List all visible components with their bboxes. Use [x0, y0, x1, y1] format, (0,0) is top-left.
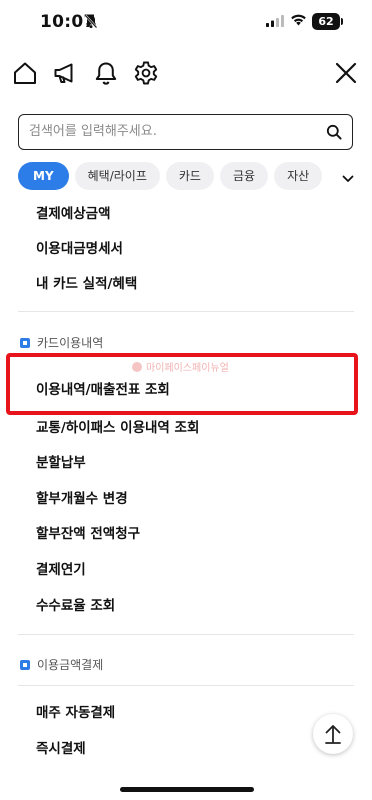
section-title: 이용금액결제	[37, 658, 104, 672]
tab-benefit-life[interactable]: 혜택/라이프	[74, 162, 160, 190]
menu-item-expected-payment[interactable]: 결제예상금액	[36, 202, 111, 222]
gear-icon[interactable]	[133, 60, 159, 86]
megaphone-icon[interactable]	[52, 60, 78, 86]
section-header-payment: 이용금액결제	[20, 656, 103, 673]
menu-item-transit-hipass[interactable]: 교통/하이패스 이용내역 조회	[36, 416, 199, 436]
search-input[interactable]	[29, 115, 309, 148]
menu-item-instant-payment[interactable]: 즉시결제	[36, 737, 86, 757]
menu-item-usage-history[interactable]: 이용내역/매출전표 조회	[36, 378, 170, 398]
menu-item-weekly-autopay[interactable]: 매주 자동결제	[36, 701, 115, 721]
arrow-up-icon	[325, 725, 341, 744]
menu-item-fee-rate[interactable]: 수수료율 조회	[36, 594, 115, 614]
section-square-icon	[20, 659, 30, 670]
search-box[interactable]	[18, 114, 353, 150]
watermark-logo	[132, 361, 142, 372]
divider	[18, 634, 354, 635]
home-indicator	[120, 787, 254, 792]
menu-item-installment-full-charge[interactable]: 할부잔액 전액청구	[36, 522, 140, 542]
wifi-icon	[291, 14, 306, 26]
battery-indicator: 62	[312, 13, 340, 30]
tab-card[interactable]: 카드	[165, 162, 214, 190]
tab-assets[interactable]: 자산	[274, 162, 323, 190]
menu-item-payment-deferral[interactable]: 결제연기	[36, 558, 86, 578]
menu-item-card-performance[interactable]: 내 카드 실적/혜택	[36, 272, 137, 292]
watermark: 마이페이스페이뉴얼	[132, 359, 229, 374]
tab-my[interactable]: MY	[18, 162, 69, 190]
cellular-signal-icon	[266, 15, 284, 27]
menu-item-installment-split[interactable]: 분할납부	[36, 451, 86, 471]
section-square-icon	[20, 337, 30, 348]
divider	[18, 311, 354, 312]
scroll-to-top-button[interactable]	[313, 714, 353, 754]
tab-finance[interactable]: 금융	[219, 162, 269, 190]
battery-nub	[341, 18, 343, 25]
bell-icon[interactable]	[93, 60, 119, 86]
home-icon[interactable]	[12, 60, 38, 86]
bell-off-icon	[84, 14, 98, 29]
battery-level: 62	[318, 15, 334, 28]
section-title: 카드이용내역	[37, 336, 104, 350]
status-bar: 10:07 62	[0, 0, 372, 44]
chevron-down-icon[interactable]	[342, 175, 354, 183]
menu-item-billing-statement[interactable]: 이용대금명세서	[36, 237, 123, 257]
close-icon[interactable]	[334, 61, 358, 85]
watermark-text: 마이페이스페이뉴얼	[146, 363, 229, 374]
category-tabs: MY 혜택/라이프 카드 금융 자산	[18, 162, 348, 192]
section-header-card-usage: 카드이용내역	[20, 334, 103, 351]
divider	[18, 685, 354, 686]
search-icon[interactable]	[326, 124, 342, 140]
menu-item-installment-months[interactable]: 할부개월수 변경	[36, 487, 128, 507]
